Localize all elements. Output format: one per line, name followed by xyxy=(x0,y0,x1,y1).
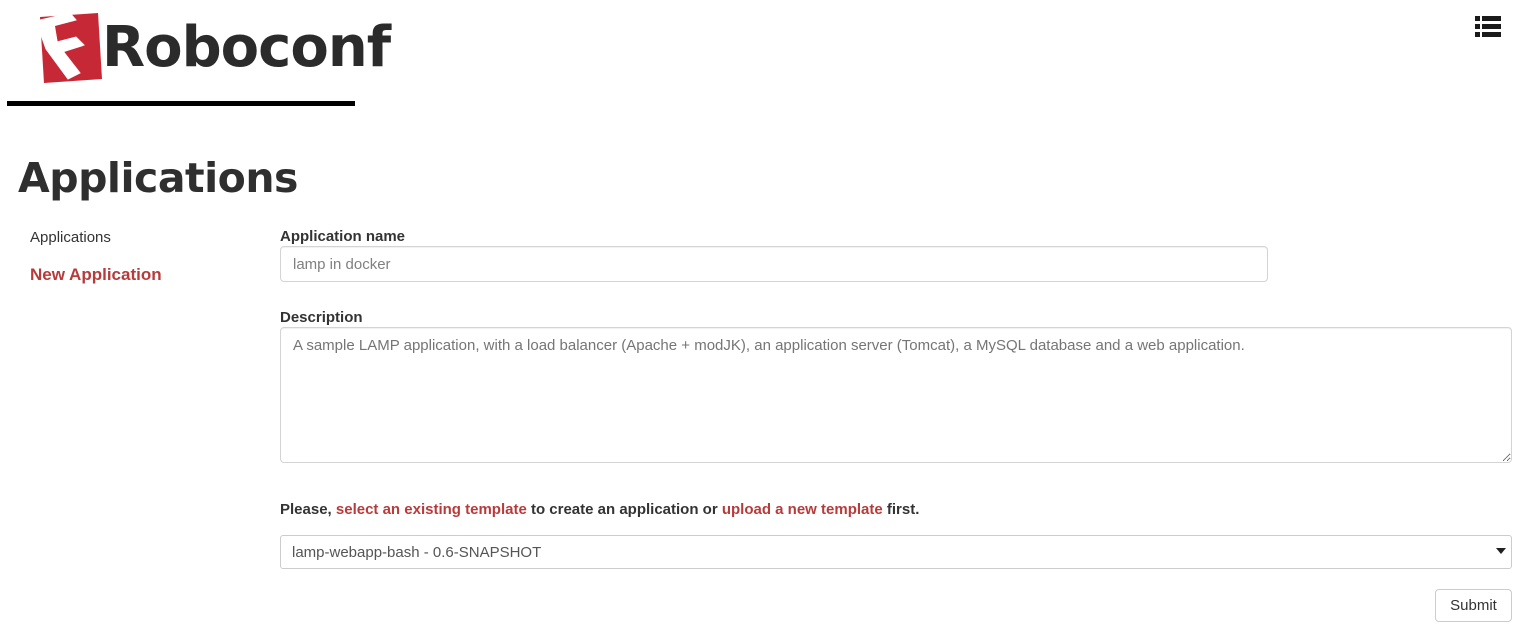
sidebar-item-new-application[interactable]: New Application xyxy=(30,265,260,285)
new-application-form: Application name Description Please, sel… xyxy=(280,228,1512,622)
hint-prefix-text: Please, xyxy=(280,501,336,518)
form-spacer xyxy=(280,282,1512,309)
submit-button[interactable]: Submit xyxy=(1435,589,1512,622)
description-textarea[interactable] xyxy=(280,327,1512,463)
sidebar-item-applications[interactable]: Applications xyxy=(30,228,260,248)
page-header: Roboconf xyxy=(0,0,1529,106)
select-existing-template-link[interactable]: select an existing template xyxy=(336,501,527,518)
form-spacer-2 xyxy=(280,463,1512,485)
template-select[interactable]: lamp-webapp-bash - 0.6-SNAPSHOT xyxy=(280,535,1512,569)
application-name-input[interactable] xyxy=(280,246,1268,282)
application-name-label: Application name xyxy=(280,228,406,245)
form-actions: Submit xyxy=(280,589,1512,622)
list-icon[interactable] xyxy=(1475,15,1501,37)
hint-middle-text: to create an application or xyxy=(526,501,722,518)
upload-new-template-link[interactable]: upload a new template xyxy=(722,501,883,518)
roboconf-logo[interactable]: Roboconf xyxy=(30,8,391,88)
template-hint: Please, select an existing template to c… xyxy=(280,500,1512,520)
roboconf-logo-mark-icon xyxy=(35,12,102,83)
template-select-wrapper: lamp-webapp-bash - 0.6-SNAPSHOT xyxy=(280,535,1512,569)
page-title: Applications xyxy=(18,154,298,203)
brand-name: Roboconf xyxy=(102,15,391,80)
sidebar-nav: Applications New Application xyxy=(30,228,260,302)
brand-underline xyxy=(7,101,355,106)
description-label: Description xyxy=(280,309,363,326)
hint-suffix-text: first. xyxy=(882,501,920,518)
brand-block[interactable]: Roboconf xyxy=(7,0,391,106)
